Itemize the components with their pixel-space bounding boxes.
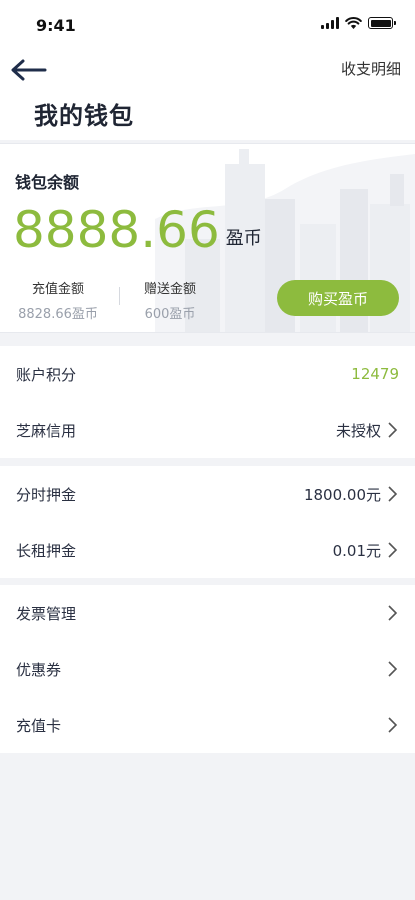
list-item-sesame-credit[interactable]: 芝麻信用 未授权 <box>0 402 415 458</box>
gift-amount-value: 600盈币 <box>144 307 196 322</box>
recharge-amount-label: 充值金额 <box>31 282 84 297</box>
services-group: 发票管理 优惠券 充值卡 <box>0 585 415 753</box>
transaction-details-link[interactable]: 收支明细 <box>341 58 401 79</box>
back-button[interactable] <box>8 52 50 88</box>
buy-coins-button[interactable]: 购买盈币 <box>277 280 399 316</box>
recharge-amount: 充值金额 8828.66盈币 <box>12 278 104 322</box>
wifi-icon <box>345 17 362 29</box>
wallet-balance-label: 钱包余额 <box>15 173 80 192</box>
divider <box>119 287 120 305</box>
balance-unit: 盈币 <box>225 228 262 249</box>
balance-row: 8888.66 盈币 <box>13 200 262 260</box>
row-label: 发票管理 <box>16 604 77 623</box>
chevron-right-icon <box>388 422 398 438</box>
recharge-amount-value: 8828.66盈币 <box>18 307 98 322</box>
hourly-deposit-value: 1800.00元 <box>303 485 381 504</box>
row-right: 1800.00元 <box>304 484 399 505</box>
chevron-right-icon <box>388 486 398 502</box>
status-icons <box>321 17 396 29</box>
deposit-group: 分时押金 1800.00元 长租押金 0.01元 <box>0 466 415 578</box>
row-right: 未授权 <box>336 420 399 441</box>
back-arrow-icon <box>11 59 47 81</box>
status-bar: 9:41 <box>0 0 415 50</box>
battery-icon <box>368 17 396 29</box>
list-item-long-term-deposit[interactable]: 长租押金 0.01元 <box>0 522 415 578</box>
row-right: 0.01元 <box>333 540 399 561</box>
gift-amount: 赠送金额 600盈币 <box>128 278 212 322</box>
list-item-invoice[interactable]: 发票管理 <box>0 585 415 641</box>
row-label: 长租押金 <box>16 541 77 560</box>
row-label: 优惠券 <box>16 660 62 679</box>
chevron-right-icon <box>388 717 398 733</box>
account-group: 账户积分 12479 芝麻信用 未授权 <box>0 346 415 458</box>
wallet-card: 钱包余额 8888.66 盈币 充值金额 8828.66盈币 赠送金额 600盈… <box>0 143 415 333</box>
signal-icon <box>321 17 339 29</box>
credit-status: 未授权 <box>335 421 381 440</box>
list-item-recharge-card[interactable]: 充值卡 <box>0 697 415 753</box>
status-time: 9:41 <box>36 16 76 35</box>
chevron-right-icon <box>388 661 398 677</box>
long-term-deposit-value: 0.01元 <box>332 541 381 560</box>
row-label: 芝麻信用 <box>16 421 77 440</box>
balance-value: 8888.66 <box>13 201 220 259</box>
gift-amount-label: 赠送金额 <box>143 282 196 297</box>
list-item-hourly-deposit[interactable]: 分时押金 1800.00元 <box>0 466 415 522</box>
row-label: 充值卡 <box>16 716 62 735</box>
chevron-right-icon <box>388 605 398 621</box>
header-area: 9:41 收支明细 我的钱包 <box>0 0 415 140</box>
row-label: 账户积分 <box>16 365 77 384</box>
row-label: 分时押金 <box>16 485 77 504</box>
chevron-right-icon <box>388 542 398 558</box>
page-title: 我的钱包 <box>34 102 134 130</box>
list-item-coupons[interactable]: 优惠券 <box>0 641 415 697</box>
list-item-points[interactable]: 账户积分 12479 <box>0 346 415 402</box>
points-value: 12479 <box>351 365 399 383</box>
